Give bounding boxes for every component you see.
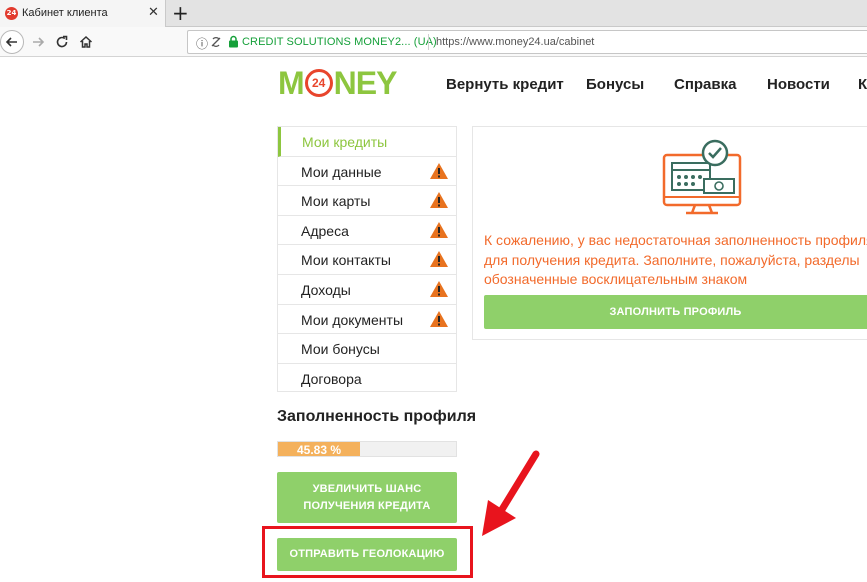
arrow-left-icon: [5, 37, 17, 47]
logo-text-right: NEY: [333, 64, 398, 101]
menu-item-my-bonuses[interactable]: Мои бонусы: [278, 334, 456, 364]
menu-item-label: Договора: [301, 370, 362, 387]
logo-badge: 24: [304, 69, 333, 97]
menu-item-label: Мои карты: [301, 193, 371, 210]
menu-item-income[interactable]: Доходы: [278, 275, 456, 305]
reload-button[interactable]: [50, 30, 74, 54]
menu-item-label: Доходы: [301, 281, 351, 298]
fill-profile-button[interactable]: ЗАПОЛНИТЬ ПРОФИЛЬ: [484, 295, 867, 329]
menu-item-contracts[interactable]: Договора: [278, 364, 456, 394]
logo-text-left: M: [278, 64, 305, 101]
nav-help[interactable]: Справка: [674, 76, 736, 93]
menu-item-my-documents[interactable]: Мои документы: [278, 305, 456, 335]
browser-tab-strip: 24 Кабинет клиента ✕ +: [0, 0, 867, 27]
profile-fill-title: Заполненность профиля: [277, 408, 477, 425]
home-button[interactable]: [74, 30, 98, 54]
increase-chance-button[interactable]: УВЕЛИЧИТЬ ШАНС ПОЛУЧЕНИЯ КРЕДИТА: [277, 472, 457, 523]
tab-title: Кабинет клиента: [22, 7, 108, 19]
new-tab-icon[interactable]: +: [172, 1, 189, 25]
site-info-icon[interactable]: ⓘ: [196, 35, 208, 52]
message-line: для получения кредита. Заполните, пожалу…: [484, 251, 860, 268]
certificate-owner: CREDIT SOLUTIONS MONEY2... (UA): [242, 36, 437, 48]
progress-text: 45.83 %: [296, 443, 342, 457]
warning-icon: [430, 280, 448, 297]
menu-item-label: Мои бонусы: [301, 341, 380, 358]
nav-news[interactable]: Новости: [767, 76, 830, 93]
message-line: обозначенные восклицательным знаком: [484, 271, 748, 287]
cabinet-menu: Мои кредиты Мои данные Мои карты Адреса …: [277, 126, 457, 392]
nav-return-credit[interactable]: Вернуть кредит: [446, 76, 564, 93]
menu-item-label: Мои данные: [301, 163, 382, 180]
menu-item-label: Мои контакты: [301, 252, 391, 269]
warning-icon: [430, 162, 448, 179]
menu-item-my-contacts[interactable]: Мои контакты: [278, 245, 456, 275]
menu-item-label: Мои документы: [301, 311, 404, 328]
menu-item-label: Мои кредиты: [302, 134, 388, 150]
close-tab-icon[interactable]: ✕: [148, 5, 159, 20]
address-bar[interactable]: ⓘ CREDIT SOLUTIONS MONEY2... (UA) https:…: [187, 30, 867, 54]
arrow-right-icon: [33, 37, 45, 47]
browser-toolbar: ⓘ CREDIT SOLUTIONS MONEY2... (UA) https:…: [0, 27, 867, 57]
site-favicon-icon: 24: [5, 7, 18, 20]
profile-progress-bar: 45.83 %: [277, 441, 457, 457]
warning-icon: [430, 192, 448, 209]
monitor-calendar-icon: [662, 139, 742, 215]
url-text[interactable]: https://www.money24.ua/cabinet: [436, 36, 594, 48]
insufficient-profile-message: К сожалению, у вас недостаточная заполне…: [484, 231, 867, 290]
home-icon: [79, 35, 93, 48]
message-line: К сожалению, у вас недостаточная заполне…: [484, 232, 867, 248]
annotation-arrow-icon: [482, 450, 540, 536]
menu-item-label: Адреса: [301, 222, 349, 239]
browser-tab[interactable]: 24 Кабинет клиента ✕: [0, 0, 166, 27]
menu-item-my-cards[interactable]: Мои карты: [278, 186, 456, 216]
menu-item-my-credits[interactable]: Мои кредиты: [278, 127, 456, 157]
menu-item-addresses[interactable]: Адреса: [278, 216, 456, 246]
reload-icon: [56, 35, 68, 48]
warning-icon: [430, 310, 448, 327]
warning-icon: [430, 251, 448, 268]
nav-contacts[interactable]: К: [858, 76, 867, 93]
url-divider: [428, 34, 429, 50]
back-button[interactable]: [0, 30, 24, 54]
warning-icon: [430, 221, 448, 238]
highlight-frame: [262, 526, 473, 578]
money24-logo[interactable]: M 24 NEY: [278, 64, 398, 101]
nav-bonuses[interactable]: Бонусы: [586, 76, 644, 93]
menu-item-my-data[interactable]: Мои данные: [278, 157, 456, 187]
tracking-protection-icon[interactable]: [210, 36, 222, 48]
lock-icon: [229, 35, 238, 48]
forward-button[interactable]: [26, 30, 50, 54]
